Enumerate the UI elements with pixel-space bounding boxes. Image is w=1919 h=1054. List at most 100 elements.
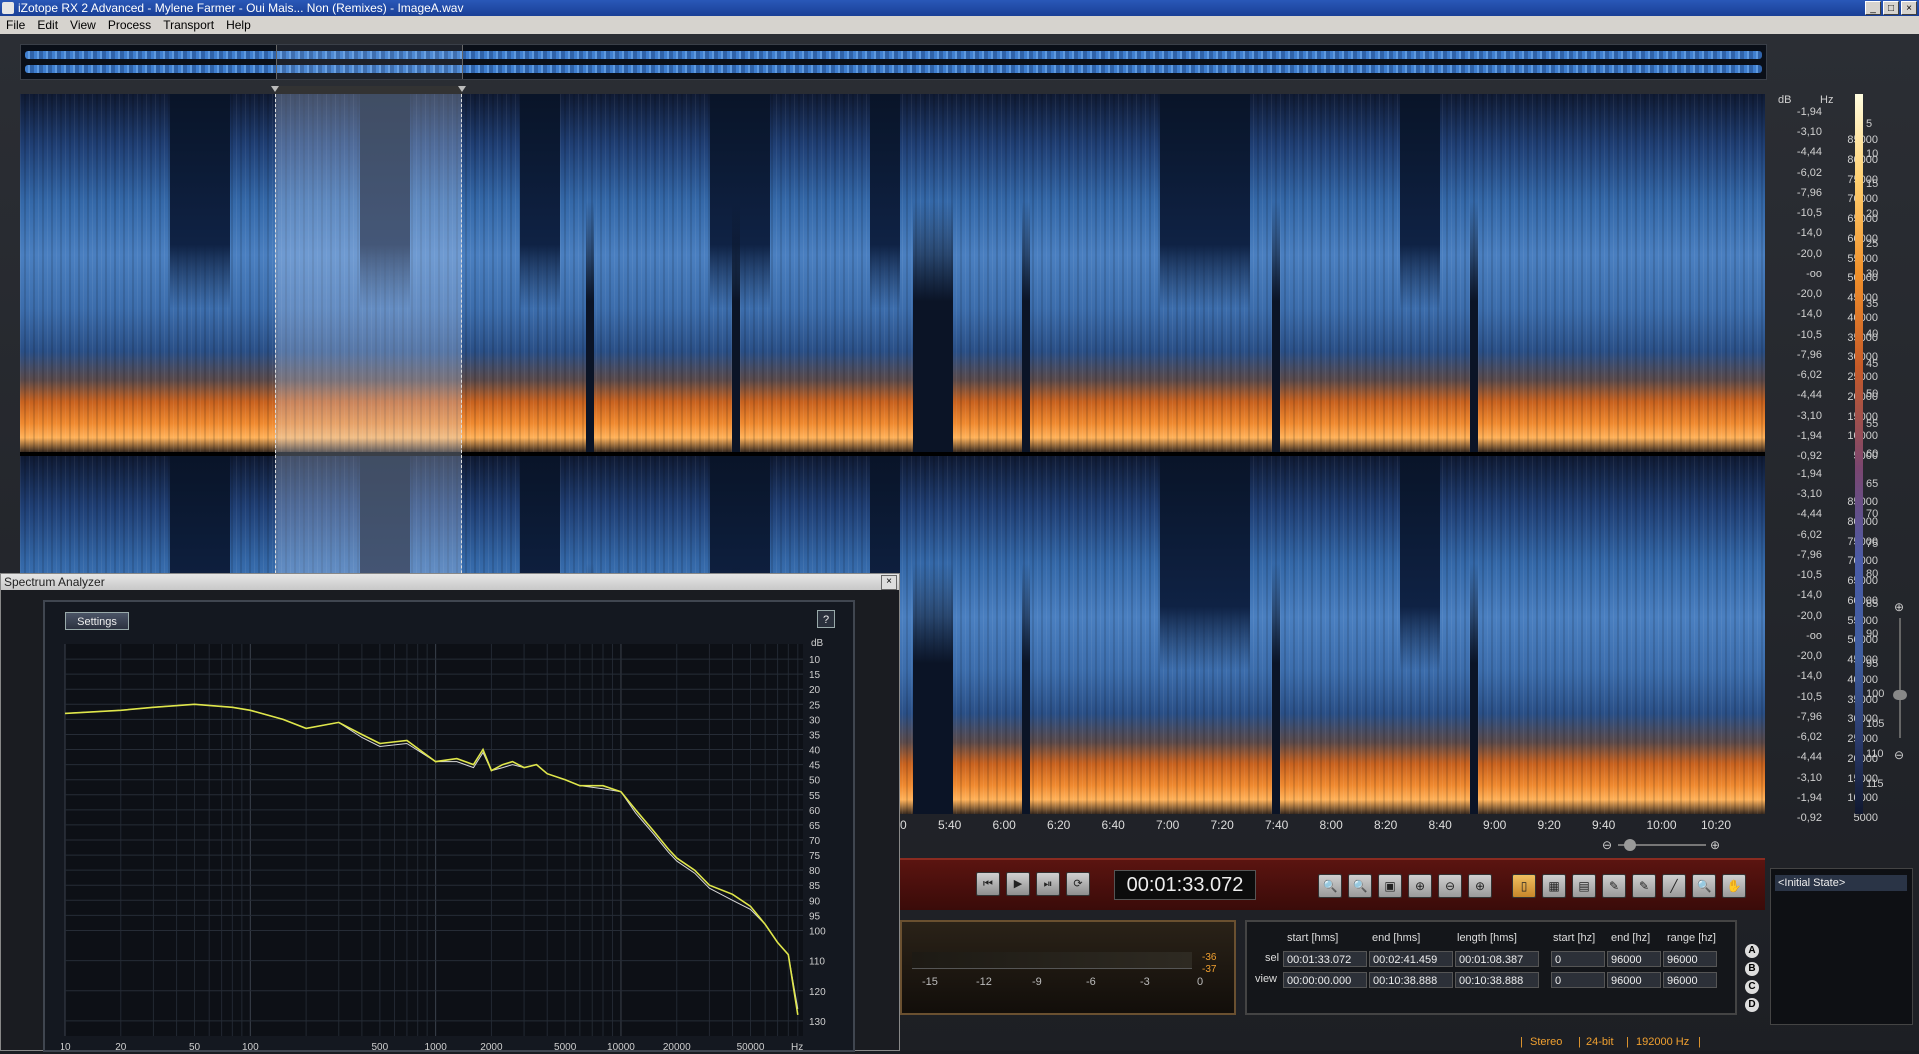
loop-button[interactable]: ⟳	[1066, 872, 1090, 896]
color-tick: 115	[1866, 778, 1884, 790]
sel-length-hms-field[interactable]: 00:01:08.387	[1455, 951, 1539, 967]
meter-tick: -12	[976, 976, 992, 988]
status-bar: | Stereo | 24-bit | 192000 Hz |	[1520, 1034, 1800, 1050]
view-end-hz-field[interactable]: 96000	[1607, 972, 1661, 988]
zoom-in-tool[interactable]: 🔍	[1318, 874, 1342, 898]
zoom-time-tool[interactable]: ⊖	[1438, 874, 1462, 898]
color-tick: 25	[1866, 238, 1879, 250]
brush-tool[interactable]: ✎	[1632, 874, 1656, 898]
sel-end-hms-field[interactable]: 00:02:41.459	[1369, 951, 1453, 967]
db-tick: -1,94	[1796, 468, 1822, 480]
rewind-button[interactable]: ⏮	[976, 872, 1000, 896]
db-tick: -4,44	[1796, 146, 1822, 159]
frequency-zoom-track[interactable]	[1899, 618, 1901, 738]
view-end-hms-field[interactable]: 00:10:38.888	[1369, 972, 1453, 988]
color-tick: 65	[1866, 478, 1879, 490]
zoom-out-tool[interactable]: 🔍	[1348, 874, 1372, 898]
settings-button[interactable]: Settings	[65, 612, 129, 630]
header-end-hms: end [hms]	[1372, 932, 1421, 944]
compare-d-button[interactable]: D	[1745, 998, 1759, 1012]
overview-selection[interactable]	[276, 45, 463, 79]
maximize-button[interactable]: □	[1883, 1, 1899, 15]
menu-transport[interactable]: Transport	[157, 18, 220, 32]
zoom-in-icon[interactable]: ⊕	[1894, 600, 1904, 614]
frequency-zoom-knob[interactable]	[1893, 690, 1907, 700]
menu-view[interactable]: View	[64, 18, 102, 32]
x-tick-label: 10	[61, 1042, 71, 1053]
db-tick: -oo	[1806, 267, 1822, 280]
play-button[interactable]: ▶	[1006, 872, 1030, 896]
y-tick-label: 120	[809, 987, 826, 998]
timeline-tick: 10:00	[1646, 818, 1677, 832]
spectrum-plot: 10 15 20 25 30 35 40 45 50 55 60 65 70 75 80 85 90 95 100 1…	[61, 638, 826, 1053]
color-tick: 95	[1866, 658, 1879, 670]
magnify-tool[interactable]: 🔍	[1692, 874, 1716, 898]
selection-handle[interactable]	[271, 86, 466, 94]
spectrum-analyzer-close-button[interactable]: ×	[881, 575, 897, 590]
hz-scale-header: Hz	[1820, 94, 1834, 106]
db-tick: -14,0	[1796, 308, 1822, 321]
frequency-zoom-control[interactable]: ⊕ ⊖	[1890, 598, 1910, 788]
close-button[interactable]: ×	[1901, 1, 1917, 15]
db-tick: -20,0	[1796, 650, 1822, 663]
meter-tick: -3	[1140, 976, 1150, 988]
status-separator: |	[1626, 1036, 1629, 1048]
compare-b-button[interactable]: B	[1745, 962, 1759, 976]
color-tick: 10	[1866, 148, 1879, 160]
color-tick: 35	[1866, 298, 1879, 310]
history-item[interactable]: <Initial State>	[1775, 875, 1907, 891]
spectrum-analyzer-title-bar[interactable]: Spectrum Analyzer	[1, 574, 899, 590]
db-tick: -6,02	[1796, 369, 1822, 382]
help-button[interactable]: ?	[817, 610, 835, 628]
view-start-hz-field[interactable]: 0	[1551, 972, 1605, 988]
time-zoom-slider[interactable]: ⊖ ⊕	[1598, 838, 1728, 852]
compare-a-button[interactable]: A	[1745, 944, 1759, 958]
spectrum-analyzer-frame: Settings ? 10 15 20 25 30 35 40 45 50 55 60 65 70 75 8…	[43, 600, 855, 1053]
time-zoom-knob[interactable]	[1624, 839, 1636, 851]
play-selection-button[interactable]: ⏯	[1036, 872, 1060, 896]
view-row-label: view	[1255, 973, 1278, 985]
color-tick: 75	[1866, 538, 1879, 550]
menu-help[interactable]: Help	[220, 18, 257, 32]
minimize-button[interactable]: _	[1865, 1, 1881, 15]
y-tick-label: 50	[809, 776, 821, 787]
db-tick: -14,0	[1796, 227, 1822, 240]
y-tick-label: 75	[809, 851, 821, 862]
color-tick: 60	[1866, 448, 1879, 460]
sel-end-hz-field[interactable]: 96000	[1607, 951, 1661, 967]
x-tick-label: 50	[189, 1042, 201, 1053]
zoom-selection-tool[interactable]: ▣	[1378, 874, 1402, 898]
menu-file[interactable]: File	[0, 18, 31, 32]
menu-process[interactable]: Process	[102, 18, 157, 32]
time-selection-tool[interactable]: ▯	[1512, 874, 1536, 898]
view-range-hz-field[interactable]: 96000	[1663, 972, 1717, 988]
rect-selection-tool[interactable]: ▦	[1542, 874, 1566, 898]
sel-start-hz-field[interactable]: 0	[1551, 951, 1605, 967]
color-tick: 20	[1866, 208, 1879, 220]
view-length-hms-field[interactable]: 00:10:38.888	[1455, 972, 1539, 988]
waveform-overview[interactable]	[20, 44, 1767, 80]
y-tick-label: 100	[809, 926, 826, 937]
transport-bar: ⏮ ▶ ⏯ ⟳ 00:01:33.072 🔍 🔍 ▣ ⊕ ⊖ ⊕ ▯ ▦ ▤ ✎…	[900, 858, 1765, 910]
hand-tool[interactable]: ✋	[1722, 874, 1746, 898]
menu-edit[interactable]: Edit	[31, 18, 64, 32]
db-tick: -20,0	[1796, 247, 1822, 260]
lasso-tool[interactable]: ✎	[1602, 874, 1626, 898]
view-start-hms-field[interactable]: 00:00:00.000	[1283, 972, 1367, 988]
sel-range-hz-field[interactable]: 96000	[1663, 951, 1717, 967]
compare-c-button[interactable]: C	[1745, 980, 1759, 994]
zoom-fit-tool[interactable]: ⊕	[1408, 874, 1432, 898]
timeline-tick: 0	[900, 818, 907, 832]
y-tick-label: 60	[809, 806, 821, 817]
time-zoom-in-icon[interactable]: ⊕	[1710, 838, 1720, 852]
meter-peak-top: -36	[1202, 952, 1217, 963]
sel-start-hms-field[interactable]: 00:01:33.072	[1283, 951, 1367, 967]
meter-bar	[912, 952, 1192, 969]
zoom-freq-tool[interactable]: ⊕	[1468, 874, 1492, 898]
freq-selection-tool[interactable]: ▤	[1572, 874, 1596, 898]
zoom-out-icon[interactable]: ⊖	[1894, 748, 1904, 762]
wand-tool[interactable]: ╱	[1662, 874, 1686, 898]
db-tick: -1,94	[1796, 791, 1822, 804]
time-zoom-out-icon[interactable]: ⊖	[1602, 838, 1612, 852]
x-tick-label: 20000	[663, 1042, 691, 1053]
